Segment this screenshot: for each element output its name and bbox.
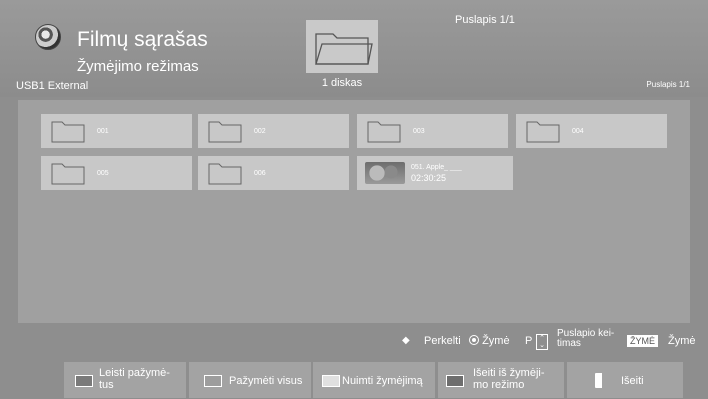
mark-all-button[interactable]: Pažymėti visus <box>189 362 311 398</box>
p-label: P <box>525 335 533 347</box>
exit-mode-line2: mo režimo <box>473 379 525 391</box>
header: Filmų sąrašas Žymėjimo režimas USB1 Exte… <box>0 0 708 97</box>
folder-icon <box>51 121 85 143</box>
mark-hint-label: Žymė <box>482 335 510 347</box>
page-indicator-right: Puslapis 1/1 <box>646 80 690 89</box>
folder-icon <box>526 121 560 143</box>
radio-icon <box>469 335 479 345</box>
page-change-hint: Puslapio kei- timas <box>557 329 614 349</box>
dpad-icon: ◆ <box>402 335 410 346</box>
video-thumbnail <box>365 162 405 184</box>
play-marked-line2: tus <box>99 379 114 391</box>
page-up-down-icon: ⌃ ⌄ <box>536 334 548 350</box>
folder-tile-002[interactable]: 002 <box>198 114 349 148</box>
tile-label: 005 <box>97 169 109 177</box>
page-change-line2: timas <box>557 338 581 349</box>
folder-tile-004[interactable]: 004 <box>516 114 667 148</box>
video-tile-051[interactable]: 051. Apple_ ___ 02:30:25 <box>357 156 513 190</box>
device-label: USB1 External <box>16 80 89 92</box>
exit-mark-mode-label: Išeiti iš žymėji- mo režimo <box>473 367 545 391</box>
folder-icon <box>208 121 242 143</box>
move-hint: Perkelti <box>424 335 461 347</box>
control-hints: ◆ Perkelti Žymė P ⌃ ⌄ Puslapio kei- timas… <box>0 329 708 354</box>
folder-tile-006[interactable]: 006 <box>198 156 349 190</box>
blue-key-icon <box>446 375 464 387</box>
tile-label: 003 <box>413 127 425 135</box>
folder-icon <box>367 121 401 143</box>
play-marked-button[interactable]: Leisti pažymė- tus <box>64 362 186 398</box>
exit-mode-line1: Išeiti iš žymėji- <box>473 367 545 379</box>
exit-mark-mode-button[interactable]: Išeiti iš žymėji- mo režimo <box>438 362 564 398</box>
unmark-label: Nuimti žymėjimą <box>342 375 423 387</box>
file-grid: 001 002 003 004 005 006 051. Apple_ ___ <box>18 100 690 323</box>
page-indicator-top: Puslapis 1/1 <box>455 14 515 26</box>
folder-tile-005[interactable]: 005 <box>41 156 192 190</box>
zyme-hint: Žymė <box>668 335 696 347</box>
exit-label: Išeiti <box>621 375 644 387</box>
exit-button[interactable]: Išeiti <box>567 362 683 398</box>
tile-label: 001 <box>97 127 109 135</box>
bottom-button-bar: Leisti pažymė- tus Pažymėti visus Nuimti… <box>0 358 708 399</box>
green-key-icon <box>204 375 222 387</box>
yellow-key-icon <box>322 375 340 387</box>
red-key-icon <box>75 375 93 387</box>
video-duration: 02:30:25 <box>411 173 447 183</box>
mode-label: Žymėjimo režimas <box>77 58 199 75</box>
folder-icon <box>208 163 242 185</box>
mark-all-label: Pažymėti visus <box>229 375 303 387</box>
disk-folder-preview <box>306 20 378 73</box>
mark-hint: Žymė <box>469 335 510 347</box>
folder-icon <box>51 163 85 185</box>
large-folder-icon <box>315 33 373 65</box>
zyme-key-tag: ŽYMĖ <box>627 335 659 347</box>
folder-tile-003[interactable]: 003 <box>357 114 508 148</box>
unmark-button[interactable]: Nuimti žymėjimą <box>313 362 435 398</box>
tile-label: 006 <box>254 169 266 177</box>
page-title: Filmų sąrašas <box>77 28 208 51</box>
tile-label: 002 <box>254 127 266 135</box>
disk-label: 1 diskas <box>321 77 363 89</box>
tile-label: 004 <box>572 127 584 135</box>
video-title: 051. Apple_ ___ <box>411 164 462 171</box>
play-marked-line1: Leisti pažymė- <box>99 367 170 379</box>
folder-tile-001[interactable]: 001 <box>41 114 192 148</box>
film-reel-icon <box>35 24 61 50</box>
exit-door-icon <box>595 373 602 388</box>
play-marked-label: Leisti pažymė- tus <box>99 367 170 391</box>
